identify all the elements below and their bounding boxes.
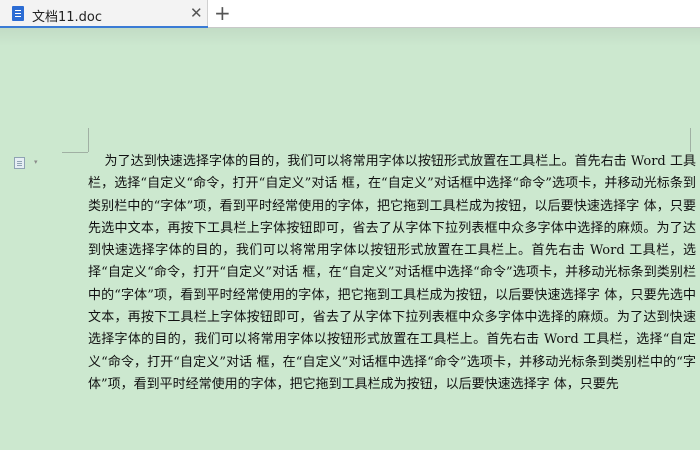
margin-corner-mark	[62, 152, 88, 153]
document-body-text[interactable]: 为了达到快速选择字体的目的，我们可以将常用字体以按钮形式放置在工具栏上。首先右击…	[88, 151, 696, 396]
margin-corner-mark-left	[88, 128, 89, 152]
tab-bar: 文档11.doc ✕ +	[0, 0, 700, 28]
tab-title: 文档11.doc	[32, 10, 103, 25]
chevron-down-icon[interactable]: ▾	[34, 158, 38, 166]
paragraph-layout-icon[interactable]	[14, 157, 25, 169]
new-tab-button[interactable]: +	[214, 1, 231, 25]
close-icon[interactable]: ✕	[190, 4, 203, 22]
margin-corner-mark-right	[690, 128, 691, 152]
page-top-shadow	[0, 28, 700, 46]
document-icon	[12, 6, 24, 21]
tab-document[interactable]: 文档11.doc ✕	[0, 0, 208, 28]
